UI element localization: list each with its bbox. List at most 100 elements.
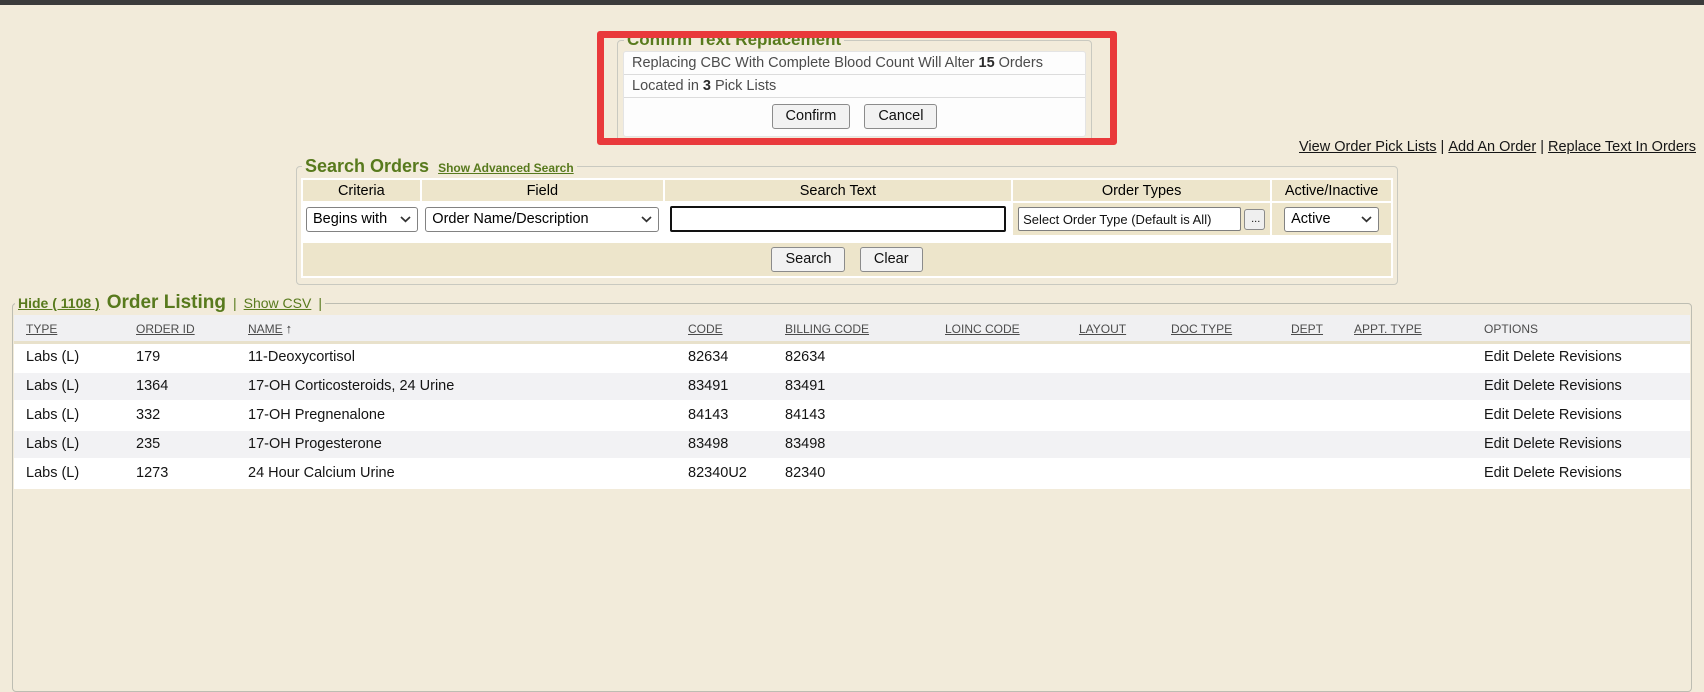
sort-billing-code-header[interactable]: BILLING CODE <box>785 322 869 336</box>
dept-cell <box>1279 343 1342 373</box>
browse-order-types-button[interactable]: ... <box>1244 209 1265 230</box>
appt-type-cell <box>1342 430 1472 459</box>
order-type-cell: Labs (L) <box>14 459 124 488</box>
options-cell: EditDeleteRevisions <box>1472 372 1690 401</box>
revisions-link[interactable]: Revisions <box>1559 407 1622 423</box>
loinc-code-cell <box>933 372 1067 401</box>
link-separator: | <box>1441 139 1445 155</box>
billing-code-cell: 84143 <box>773 401 933 430</box>
appt-type-cell <box>1342 372 1472 401</box>
field-header: Field <box>422 180 663 201</box>
active-inactive-select[interactable]: Active <box>1284 207 1379 232</box>
code-cell: 82634 <box>676 343 773 373</box>
field-select[interactable]: Order Name/Description <box>425 207 659 232</box>
sort-appt-type-header[interactable]: APPT. TYPE <box>1354 322 1422 336</box>
active-selected-value: Active <box>1291 211 1331 227</box>
orders-affected-count: 15 <box>979 55 995 71</box>
order-id-cell: 1364 <box>124 372 236 401</box>
search-button[interactable]: Search <box>771 247 845 272</box>
sort-layout-header[interactable]: LAYOUT <box>1079 322 1126 336</box>
revisions-link[interactable]: Revisions <box>1559 378 1622 394</box>
search-orders-title: Search Orders <box>305 156 429 177</box>
link-separator: | <box>1540 139 1544 155</box>
hide-listing-link[interactable]: Hide ( 1108 ) <box>18 295 100 311</box>
appt-type-cell <box>1342 459 1472 488</box>
criteria-select[interactable]: Begins with <box>306 207 418 232</box>
doc-type-cell <box>1159 430 1279 459</box>
show-csv-link[interactable]: Show CSV <box>244 295 312 311</box>
order-id-cell: 1273 <box>124 459 236 488</box>
confirm-dialog-body: Replacing CBC With Complete Blood Count … <box>623 51 1086 137</box>
order-id-cell: 179 <box>124 343 236 373</box>
order-id-cell: 332 <box>124 401 236 430</box>
clear-button[interactable]: Clear <box>860 247 923 272</box>
sort-name-header[interactable]: NAME <box>248 322 283 336</box>
replace-text-in-orders-link[interactable]: Replace Text In Orders <box>1548 139 1696 155</box>
order-listing-legend: Hide ( 1108 ) Order Listing | Show CSV | <box>15 292 325 314</box>
dept-cell <box>1279 401 1342 430</box>
field-selected-value: Order Name/Description <box>432 211 588 227</box>
revisions-link[interactable]: Revisions <box>1559 349 1622 365</box>
delete-link[interactable]: Delete <box>1513 465 1555 481</box>
revisions-link[interactable]: Revisions <box>1559 465 1622 481</box>
table-row: Labs (L) 235 17-OH Progesterone 83498 83… <box>14 430 1690 459</box>
confirm-button[interactable]: Confirm <box>772 104 851 129</box>
confirm-dialog-title: Confirm Text Replacement <box>624 30 844 50</box>
delete-link[interactable]: Delete <box>1513 378 1555 394</box>
add-an-order-link[interactable]: Add An Order <box>1448 139 1536 155</box>
billing-code-cell: 82340 <box>773 459 933 488</box>
layout-cell <box>1067 459 1159 488</box>
table-row: Labs (L) 1273 24 Hour Calcium Urine 8234… <box>14 459 1690 488</box>
order-name-cell: 17-OH Corticosteroids, 24 Urine <box>236 372 676 401</box>
csv-separator: | <box>318 295 322 311</box>
order-id-cell: 235 <box>124 430 236 459</box>
confirm-message-line-1: Replacing CBC With Complete Blood Count … <box>624 52 1085 75</box>
dept-cell <box>1279 372 1342 401</box>
located-message-text: Located in <box>632 78 699 94</box>
order-listing-table: TYPE ORDER ID NAME↑ CODE BILLING CODE LO… <box>14 315 1690 489</box>
sort-code-header[interactable]: CODE <box>688 322 723 336</box>
edit-link[interactable]: Edit <box>1484 407 1509 423</box>
delete-link[interactable]: Delete <box>1513 407 1555 423</box>
order-name-cell: 17-OH Pregnenalone <box>236 401 676 430</box>
loinc-code-cell <box>933 343 1067 373</box>
order-type-input[interactable] <box>1018 207 1241 231</box>
layout-cell <box>1067 372 1159 401</box>
sort-order-id-header[interactable]: ORDER ID <box>136 322 195 336</box>
sort-dept-header[interactable]: DEPT <box>1291 322 1323 336</box>
delete-link[interactable]: Delete <box>1513 436 1555 452</box>
view-order-pick-lists-link[interactable]: View Order Pick Lists <box>1299 139 1437 155</box>
replace-message-suffix: Orders <box>999 55 1043 71</box>
edit-link[interactable]: Edit <box>1484 378 1509 394</box>
order-listing-panel: Hide ( 1108 ) Order Listing | Show CSV |… <box>12 292 1692 692</box>
doc-type-cell <box>1159 372 1279 401</box>
show-advanced-search-link[interactable]: Show Advanced Search <box>438 161 574 175</box>
sort-loinc-code-header[interactable]: LOINC CODE <box>945 322 1020 336</box>
cancel-button[interactable]: Cancel <box>864 104 937 129</box>
table-row: Labs (L) 332 17-OH Pregnenalone 84143 84… <box>14 401 1690 430</box>
appt-type-cell <box>1342 343 1472 373</box>
search-text-header: Search Text <box>665 180 1011 201</box>
confirm-dialog: Confirm Text Replacement Replacing CBC W… <box>617 30 1092 143</box>
chevron-down-icon <box>1361 216 1372 223</box>
order-type-cell: Labs (L) <box>14 401 124 430</box>
sort-type-header[interactable]: TYPE <box>26 322 57 336</box>
criteria-selected-value: Begins with <box>313 211 387 227</box>
listing-header-row: TYPE ORDER ID NAME↑ CODE BILLING CODE LO… <box>14 315 1690 343</box>
pick-lists-count: 3 <box>703 78 711 94</box>
doc-type-cell <box>1159 459 1279 488</box>
doc-type-cell <box>1159 401 1279 430</box>
edit-link[interactable]: Edit <box>1484 436 1509 452</box>
code-cell: 82340U2 <box>676 459 773 488</box>
edit-link[interactable]: Edit <box>1484 349 1509 365</box>
search-orders-panel: Search Orders Show Advanced Search Crite… <box>296 156 1398 285</box>
search-text-input[interactable] <box>670 206 1007 232</box>
delete-link[interactable]: Delete <box>1513 349 1555 365</box>
edit-link[interactable]: Edit <box>1484 465 1509 481</box>
options-cell: EditDeleteRevisions <box>1472 343 1690 373</box>
sort-doc-type-header[interactable]: DOC TYPE <box>1171 322 1232 336</box>
search-orders-legend: Search Orders Show Advanced Search <box>302 156 577 177</box>
browser-top-bar <box>0 0 1704 5</box>
revisions-link[interactable]: Revisions <box>1559 436 1622 452</box>
order-action-links: View Order Pick Lists|Add An Order|Repla… <box>1299 139 1696 155</box>
